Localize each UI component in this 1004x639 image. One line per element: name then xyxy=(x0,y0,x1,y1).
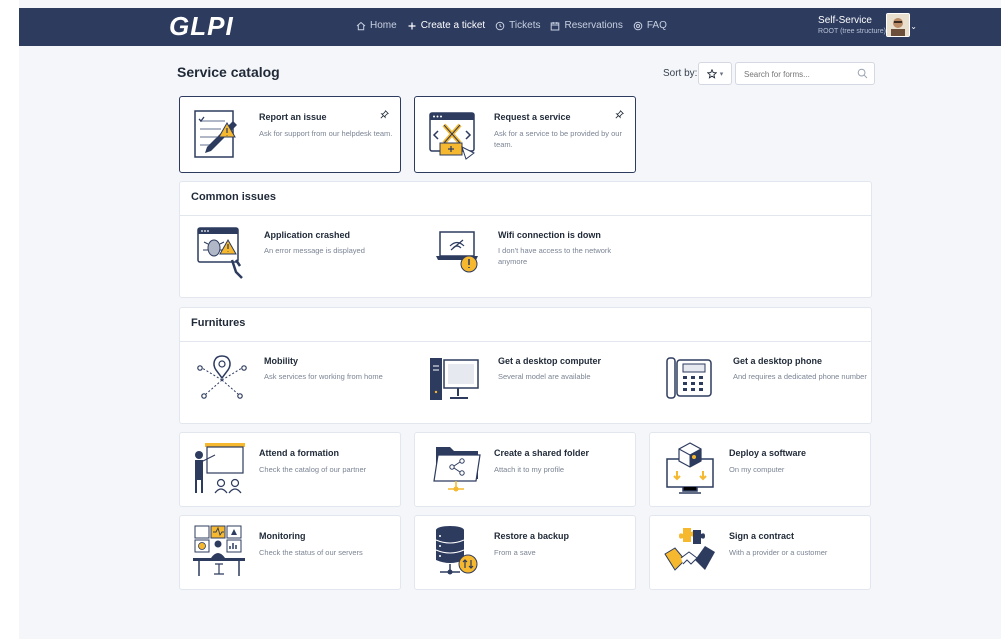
formation-icon xyxy=(195,443,245,494)
clock-icon xyxy=(495,21,505,30)
section-title: Furnitures xyxy=(191,317,246,329)
monitoring-icon xyxy=(193,525,245,576)
card-sign-contract[interactable]: Sign a contract With a provider or a cus… xyxy=(649,515,871,590)
card-create-shared-folder[interactable]: Create a shared folder Attach it to my p… xyxy=(414,432,636,507)
card-restore-backup[interactable]: Restore a backup From a save xyxy=(414,515,636,590)
card-description: Attach it to my profile xyxy=(494,465,565,474)
card-title: Monitoring xyxy=(259,531,306,541)
main-nav: Home Create a ticket Tickets Reservation… xyxy=(356,20,667,31)
card-description: Check the status of our servers xyxy=(259,548,363,557)
item-title: Mobility xyxy=(264,356,298,366)
sort-dropdown[interactable]: ▾ xyxy=(698,62,732,85)
item-description: Ask services for working from home xyxy=(264,372,383,381)
pin-icon[interactable] xyxy=(615,110,624,119)
card-description: Ask for a service to be provided by our … xyxy=(494,129,622,149)
desktop-computer-icon xyxy=(430,358,479,400)
item-mobility[interactable]: Mobility Ask services for working from h… xyxy=(180,355,405,428)
nav-faq[interactable]: FAQ xyxy=(633,20,667,31)
avatar[interactable] xyxy=(886,13,910,37)
card-monitoring[interactable]: Monitoring Check the status of our serve… xyxy=(179,515,401,590)
card-description: Check the catalog of our partner xyxy=(259,465,367,474)
top-navbar: GLPI Home Create a ticket Tickets Reserv… xyxy=(19,8,1001,46)
nav-create-ticket[interactable]: Create a ticket xyxy=(407,20,485,31)
item-title: Get a desktop phone xyxy=(733,356,823,366)
item-application-crashed[interactable]: Application crashed An error message is … xyxy=(180,227,405,302)
plus-icon xyxy=(408,22,416,29)
search-field[interactable] xyxy=(735,62,875,85)
item-title: Wifi connection is down xyxy=(498,230,601,240)
user-name: Self-Service xyxy=(818,15,872,26)
card-title: Request a service xyxy=(494,112,571,122)
item-description: Several model are available xyxy=(498,372,591,381)
deploy-software-icon xyxy=(666,442,714,494)
nav-reservations-label: Reservations xyxy=(564,20,623,31)
wifi-down-icon xyxy=(436,231,478,273)
page-title: Service catalog xyxy=(177,64,280,80)
nav-faq-label: FAQ xyxy=(646,20,667,31)
card-title: Attend a formation xyxy=(259,448,339,458)
card-title: Sign a contract xyxy=(729,531,795,541)
search-icon xyxy=(857,68,868,79)
pin-icon[interactable] xyxy=(380,110,389,119)
item-desktop-phone[interactable]: Get a desktop phone And requires a dedic… xyxy=(649,356,874,428)
chevron-down-icon[interactable]: ⌄ xyxy=(910,22,917,31)
nav-home[interactable]: Home xyxy=(356,20,397,31)
card-description: Ask for support from our helpdesk team. xyxy=(259,129,393,138)
user-role: ROOT (tree structure) xyxy=(818,28,886,35)
help-icon xyxy=(633,21,643,30)
app-crash-icon xyxy=(197,227,243,279)
card-title: Deploy a software xyxy=(729,448,807,458)
nav-home-label: Home xyxy=(370,20,397,31)
item-wifi-down[interactable]: Wifi connection is down I don't have acc… xyxy=(414,230,639,302)
card-request-service[interactable]: Request a service Ask for a service to b… xyxy=(414,96,636,173)
user-photo-icon xyxy=(887,14,909,36)
nav-reservations[interactable]: Reservations xyxy=(550,20,623,31)
item-title: Application crashed xyxy=(264,230,351,240)
section-header: Furnitures xyxy=(180,308,871,342)
restore-backup-icon xyxy=(435,526,478,575)
card-deploy-software[interactable]: Deploy a software On my computer xyxy=(649,432,871,507)
card-description: With a provider or a customer xyxy=(729,548,828,557)
report-issue-icon xyxy=(194,110,237,158)
card-attend-formation[interactable]: Attend a formation Check the catalog of … xyxy=(179,432,401,507)
card-title: Report an issue xyxy=(259,112,327,122)
glpi-logo[interactable]: GLPI xyxy=(169,11,234,42)
shared-folder-icon xyxy=(433,447,481,492)
desktop-phone-icon xyxy=(666,357,712,399)
search-input[interactable] xyxy=(742,67,856,82)
sign-contract-icon xyxy=(664,528,715,571)
user-menu[interactable]: Self-Service ROOT (tree structure) xyxy=(818,15,886,35)
mobility-icon xyxy=(197,355,247,399)
card-title: Restore a backup xyxy=(494,531,570,541)
chevron-down-icon: ▾ xyxy=(719,70,724,78)
calendar-icon xyxy=(551,21,560,30)
nav-tickets-label: Tickets xyxy=(509,20,541,31)
item-description: An error message is displayed xyxy=(264,246,365,255)
nav-tickets[interactable]: Tickets xyxy=(495,20,540,31)
section-common-issues: Common issues Application crashed An err… xyxy=(179,181,872,298)
item-description: And requires a dedicated phone number xyxy=(733,372,867,381)
sort-label: Sort by: xyxy=(663,68,698,79)
section-title: Common issues xyxy=(191,191,276,203)
window-left-margin xyxy=(0,0,19,639)
item-description: I don't have access to the network anymo… xyxy=(498,246,612,266)
item-title: Get a desktop computer xyxy=(498,356,602,366)
star-icon xyxy=(706,68,717,79)
card-description: From a save xyxy=(494,548,536,557)
card-title: Create a shared folder xyxy=(494,448,590,458)
nav-create-ticket-label: Create a ticket xyxy=(420,20,486,31)
section-header: Common issues xyxy=(180,182,871,216)
card-description: On my computer xyxy=(729,465,785,474)
request-service-icon xyxy=(429,112,475,160)
home-icon xyxy=(356,21,366,30)
item-desktop-computer[interactable]: Get a desktop computer Several model are… xyxy=(414,356,639,428)
section-furnitures: Furnitures Mobility Ask services for wor… xyxy=(179,307,872,424)
card-report-issue[interactable]: Report an issue Ask for support from our… xyxy=(179,96,401,173)
